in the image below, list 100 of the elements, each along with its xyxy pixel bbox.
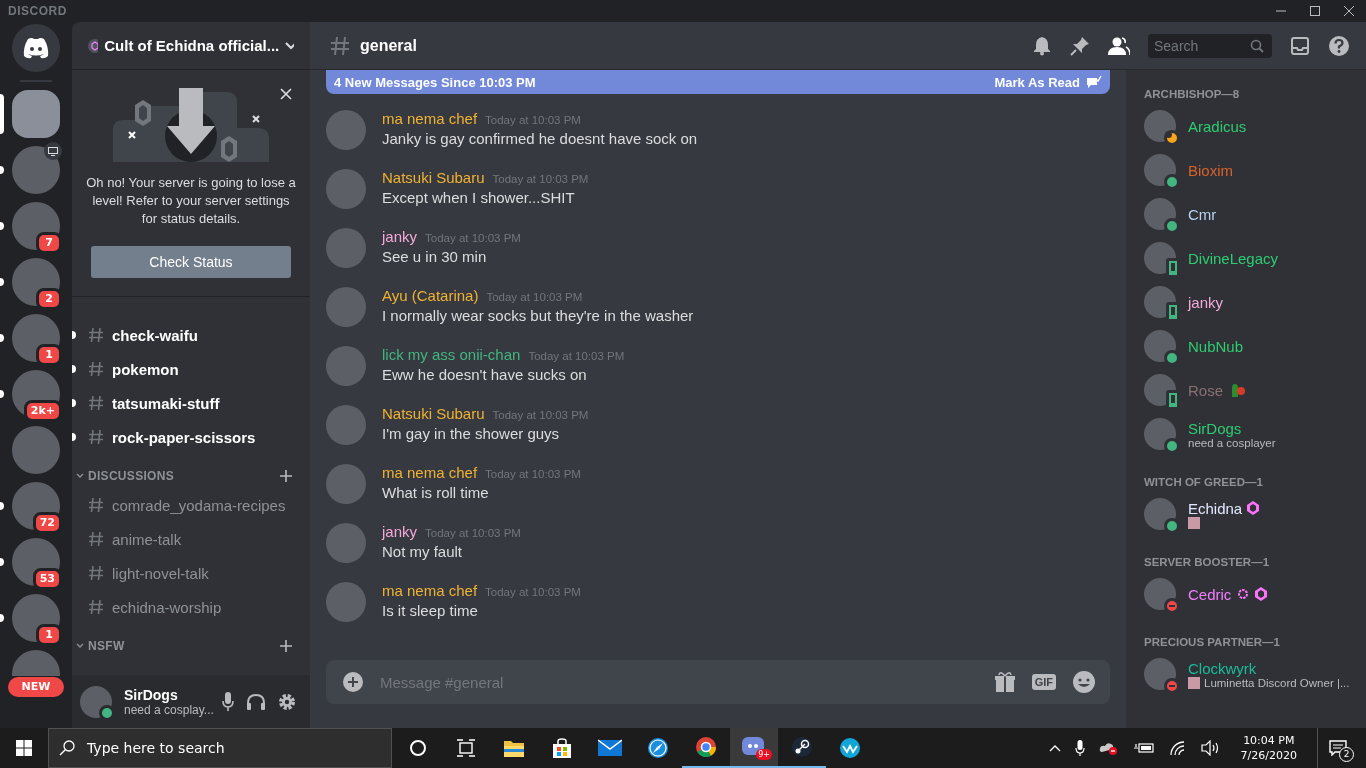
windows-start-icon[interactable] xyxy=(16,740,32,756)
clock[interactable]: 10:04 PM 7/26/2020 xyxy=(1234,733,1303,763)
channel-item[interactable]: comrade_yodama-recipes xyxy=(80,489,294,521)
search-field[interactable]: Type here to search xyxy=(48,728,392,768)
browser-icon xyxy=(695,736,717,758)
message-timestamp: Today at 10:03 PM xyxy=(485,114,581,126)
category-header[interactable]: NSFW xyxy=(88,639,276,653)
member-item[interactable]: DivineLegacy xyxy=(1144,236,1358,280)
controller-icon xyxy=(22,37,50,59)
taskbar-app[interactable]: 9+ xyxy=(730,728,778,768)
notification-badge: 9+ xyxy=(756,749,772,760)
mention-badge: 2 xyxy=(36,288,62,310)
message-author[interactable]: Natsuki Subaru xyxy=(382,405,485,422)
hash-icon xyxy=(88,395,104,411)
member-item[interactable]: Cedric xyxy=(1144,572,1358,616)
gif-button[interactable]: GIF xyxy=(1031,674,1056,690)
new-messages-bar[interactable]: 4 New Messages Since 10:03 PM Mark As Read xyxy=(326,70,1110,94)
headphones-icon[interactable] xyxy=(246,692,266,711)
search-icon xyxy=(59,740,75,756)
emoji-icon[interactable] xyxy=(1072,670,1096,694)
member-item[interactable]: Aradicus xyxy=(1144,104,1358,148)
unread-indicator xyxy=(0,94,4,134)
cloud-icon[interactable] xyxy=(1098,741,1119,755)
user-avatar[interactable] xyxy=(80,685,112,718)
member-item[interactable]: NubNub xyxy=(1144,324,1358,368)
message-timestamp: Today at 10:03 PM xyxy=(425,527,521,539)
maximize-icon[interactable] xyxy=(1310,6,1320,16)
battery-icon[interactable] xyxy=(1132,742,1155,754)
message-author[interactable]: ma nema chef xyxy=(382,464,478,481)
gift-icon[interactable] xyxy=(993,671,1016,693)
channel-item[interactable]: rock-paper-scissors xyxy=(80,421,264,453)
close-icon[interactable] xyxy=(1344,6,1354,16)
shopping-bag-icon xyxy=(552,738,572,758)
plus-icon[interactable] xyxy=(280,470,292,482)
channel-item[interactable]: pokemon xyxy=(80,353,187,385)
speaker-icon[interactable] xyxy=(1200,740,1221,756)
home-button[interactable] xyxy=(12,24,60,72)
bell-icon[interactable] xyxy=(1032,35,1052,56)
message-author[interactable]: ma nema chef xyxy=(382,110,478,127)
help-icon[interactable] xyxy=(1328,34,1350,57)
category-header[interactable]: DISCUSSIONS xyxy=(88,469,276,483)
plus-icon[interactable] xyxy=(280,640,292,652)
channel-title: general xyxy=(360,36,418,55)
role-header: SERVER BOOSTER—1 xyxy=(1144,556,1271,568)
pin-icon[interactable] xyxy=(1070,35,1090,56)
message-author[interactable]: lick my ass onii-chan xyxy=(382,346,521,363)
search-field[interactable]: Search xyxy=(1148,33,1272,58)
wifi-icon[interactable] xyxy=(1168,740,1187,756)
app-logo-text: DISCORD xyxy=(8,4,67,18)
microphone-icon[interactable] xyxy=(222,691,234,712)
channel-item[interactable]: light-novel-talk xyxy=(80,557,217,589)
message-author[interactable]: janky xyxy=(382,523,418,540)
members-icon[interactable] xyxy=(1108,35,1130,56)
hash-icon xyxy=(88,429,104,445)
message-text: What is roll time xyxy=(382,483,490,503)
member-item[interactable]: Bioxim xyxy=(1144,148,1358,192)
chevron-down-icon[interactable] xyxy=(76,643,84,649)
hash-icon xyxy=(88,497,104,513)
chevron-up-icon[interactable] xyxy=(1048,744,1061,752)
message-text: Except when I shower...SHIT xyxy=(382,188,576,208)
hash-icon xyxy=(88,361,104,377)
close-icon[interactable] xyxy=(280,88,292,100)
message-text: Eww he doesn't have sucks on xyxy=(382,365,588,385)
message-timestamp: Today at 10:03 PM xyxy=(485,586,581,598)
member-item[interactable]: janky xyxy=(1144,280,1358,324)
message-text: I'm gay in the shower guys xyxy=(382,424,561,444)
mention-badge: 2k+ xyxy=(23,400,62,422)
member-item[interactable]: Cmr xyxy=(1144,192,1358,236)
plus-icon[interactable] xyxy=(342,671,364,693)
chevron-down-icon xyxy=(285,41,294,50)
boost-gem-icon xyxy=(88,38,99,53)
settings-icon[interactable] xyxy=(278,692,296,711)
custom-status: Luminetta Discord Owner |... xyxy=(1204,676,1350,689)
circle-icon xyxy=(409,739,427,757)
hash-icon xyxy=(88,327,104,343)
message-author[interactable]: ma nema chef xyxy=(382,582,478,599)
member-item[interactable]: Echidna xyxy=(1144,492,1358,536)
member-item[interactable]: SirDogs need a cosplayer xyxy=(1144,412,1358,456)
message-timestamp: Today at 10:03 PM xyxy=(425,232,521,244)
check-status-button[interactable]: Check Status xyxy=(91,246,291,278)
online-dot xyxy=(99,704,115,721)
channel-item[interactable]: anime-talk xyxy=(80,523,190,555)
role-header: ARCHBISHOP—8 xyxy=(1144,88,1241,100)
message-author[interactable]: Ayu (Catarina) xyxy=(382,287,479,304)
message-timestamp: Today at 10:03 PM xyxy=(492,409,589,421)
message-text: I normally wear socks but they're in the washer xyxy=(382,306,694,326)
mention-badge: 7 xyxy=(36,232,62,254)
message-timestamp: Today at 10:03 PM xyxy=(492,173,589,185)
microphone-icon[interactable] xyxy=(1074,740,1085,756)
notifications-button[interactable]: 2 xyxy=(1317,728,1358,768)
message-author[interactable]: janky xyxy=(382,228,418,245)
channel-item[interactable]: check-waifu xyxy=(80,319,206,351)
member-item[interactable]: Clockwyrk Luminetta Discord Owner |... xyxy=(1144,652,1358,696)
message-author[interactable]: Natsuki Subaru xyxy=(382,169,485,186)
chevron-down-icon[interactable] xyxy=(76,473,84,479)
message-text: Janky is gay confirmed he doesnt have sock on xyxy=(382,129,698,149)
channel-item[interactable]: tatsumaki-stuff xyxy=(80,387,228,419)
inbox-icon[interactable] xyxy=(1290,35,1310,56)
channel-item[interactable]: echidna-worship xyxy=(80,591,230,623)
custom-status: need a cosplayer xyxy=(1188,436,1276,449)
